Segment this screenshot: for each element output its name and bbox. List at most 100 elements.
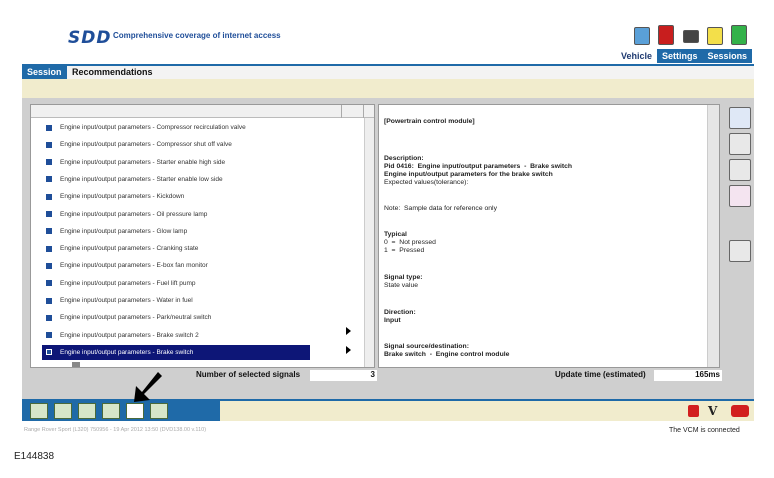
list-item-label: Engine input/output parameters - Compres… [60,124,246,131]
tagline: Comprehensive coverage of internet acces… [113,31,281,40]
module-name: [Powertrain control module] [384,118,475,125]
keyboard-icon[interactable] [683,30,699,43]
pointer-arrow-icon [134,372,162,402]
list-item-label: Engine input/output parameters - Park/ne… [60,314,212,322]
signal-detail-panel: [Powertrain control module] Description:… [378,104,720,368]
typical-value: 1 = Pressed [384,247,425,254]
list-item-label: Engine input/output parameters - Crankin… [60,245,199,253]
list-item[interactable]: Engine input/output parameters - Water i… [42,293,310,308]
signal-icon [46,314,52,321]
list-item-label: Engine input/output parameters - Kickdow… [60,193,185,201]
description-line: Pid 0416: Engine input/output parameters… [384,163,573,170]
list-item[interactable]: Engine input/output parameters - Brake s… [42,344,310,360]
direction-label: Direction: [384,309,416,316]
direction-value: Input [384,317,401,324]
nav-sessions[interactable]: Sessions [702,49,753,63]
list-item-label: Engine input/output parameters - Brake s… [60,331,199,339]
graph-view-icon[interactable] [729,240,751,262]
signal-icon [46,228,52,235]
source-value: Brake switch - Engine control module [384,351,510,358]
list-item-label: Engine input/output parameters - Starter… [60,175,223,183]
datalogger-icon[interactable] [30,403,48,419]
detail-scrollbar[interactable] [707,105,719,367]
update-time-label: Update time (estimated) [555,370,646,379]
list-item[interactable]: Engine input/output parameters - Park/ne… [42,310,310,325]
vcm-status: The VCM is connected [669,427,740,434]
list-item[interactable]: Engine input/output parameters - Glow la… [42,224,310,239]
signal-icon [46,193,52,200]
list-item[interactable]: Engine input/output parameters - Compres… [42,137,310,152]
description-line: Expected values(tolerance): [384,179,469,186]
save-data-icon[interactable] [729,133,751,155]
parameters-icon[interactable] [126,403,144,419]
list-item[interactable]: Engine input/output parameters - Fuel li… [42,276,310,291]
module-icon[interactable] [102,403,120,419]
nav-vehicle[interactable]: Vehicle [616,49,657,63]
list-item[interactable]: Engine input/output parameters - E-box f… [42,258,310,273]
list-item-label: Engine input/output parameters - Fuel li… [60,279,196,287]
top-nav: Vehicle Settings Sessions [616,49,753,63]
signal-icon [46,262,52,269]
list-item-label: Engine input/output parameters - Oil pre… [60,210,208,218]
signal-icon [46,124,52,131]
list-scrollbar[interactable] [364,118,374,367]
description-label: Description: [384,155,424,162]
settings-icon[interactable] [150,403,168,419]
selected-signals-value: 3 [310,370,377,381]
network-icon[interactable] [54,403,72,419]
partial-row-icon [72,362,80,367]
figure-id: E144838 [14,451,55,462]
typical-value: 0 = Not pressed [384,239,436,246]
lock-icon[interactable] [688,405,699,417]
list-item[interactable]: Engine input/output parameters - Oil pre… [42,207,310,222]
clear-selection-icon[interactable] [729,185,751,207]
list-item[interactable]: Engine input/output parameters - Kickdow… [42,189,310,204]
signal-icon [46,211,52,217]
typical-label: Typical [384,231,407,238]
source-label: Signal source/destination: [384,343,469,350]
list-item[interactable]: Engine input/output parameters - Brake s… [42,328,310,343]
list-item-label: Engine input/output parameters - Compres… [60,141,232,149]
toolbar-tray [22,401,220,421]
vehicle-icon[interactable] [634,27,650,45]
vci-device-icon[interactable] [658,25,674,45]
list-item-label: Engine input/output parameters - Brake s… [60,348,194,356]
sub-toolbar [22,79,754,98]
signal-icon [46,297,52,304]
note-text: Note: Sample data for reference only [384,205,497,212]
list-item[interactable]: Engine input/output parameters - Starter… [42,172,310,187]
signal-icon [46,176,52,183]
nav-settings[interactable]: Settings [657,49,703,63]
expand-arrow-icon[interactable] [346,327,351,335]
list-item-label: Engine input/output parameters - E-box f… [60,262,208,270]
description-line: Engine input/output parameters for the b… [384,171,553,178]
tab-strip: Session Recommendations [22,64,754,79]
signal-type-value: State value [384,282,419,289]
tab-recommendations[interactable]: Recommendations [72,67,153,77]
signal-icon [46,245,52,252]
selected-signals-label: Number of selected signals [196,370,301,379]
list-item[interactable]: Engine input/output parameters - Starter… [42,155,310,170]
session-status-line: Range Rover Sport (L320) 750956 - 19 Apr… [24,427,207,433]
tab-session[interactable]: Session [22,66,67,79]
signal-icon [46,159,52,166]
sdd-logo: SDD [68,28,112,48]
list-item-label: Engine input/output parameters - Starter… [60,158,226,166]
signal-list-icon[interactable] [729,107,751,129]
ecu-diagnostics-icon[interactable] [78,403,96,419]
expand-arrow-icon[interactable] [346,346,351,354]
update-time-value: 165ms [654,370,722,381]
refresh-icon[interactable] [729,159,751,181]
signal-icon [46,349,52,356]
list-item[interactable]: Engine input/output parameters - Compres… [42,120,310,135]
signal-icon [46,141,52,148]
list-header [31,105,374,118]
signal-icon [46,332,52,339]
list-item[interactable]: Engine input/output parameters - Crankin… [42,241,310,256]
vci-connection-icon[interactable] [731,405,749,417]
sessions-icon[interactable] [731,25,747,45]
battery-voltage-icon[interactable]: V [708,404,724,419]
folder-icon[interactable] [707,27,723,45]
signal-type-label: Signal type: [384,274,423,281]
list-item-label: Engine input/output parameters - Glow la… [60,227,188,235]
